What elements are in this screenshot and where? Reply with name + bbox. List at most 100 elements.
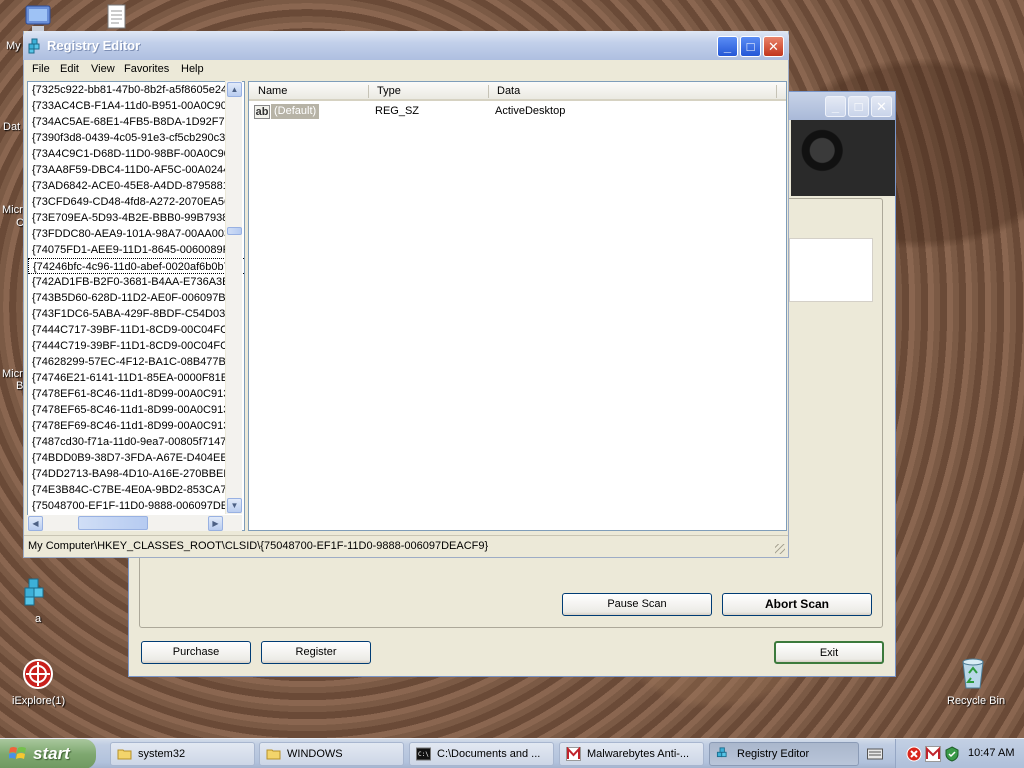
tree-item[interactable]: {73CFD649-CD48-4fd8-A272-2070EA56 [28, 194, 244, 210]
tree-item[interactable]: {73A4C9C1-D68D-11D0-98BF-00A0C90I [28, 146, 244, 162]
maximize-button[interactable]: □ [740, 36, 761, 57]
column-header-data[interactable]: Data [497, 85, 520, 97]
taskbar-item-windows[interactable]: WINDOWS [259, 742, 404, 766]
tree-item[interactable]: {74DD2713-BA98-4D10-A16E-270BBEB9 [28, 466, 244, 482]
taskbar-item-label: C:\Documents and ... [437, 748, 541, 760]
taskbar-item-command-prompt[interactable]: C:\ C:\Documents and ... [409, 742, 554, 766]
column-divider[interactable] [368, 85, 369, 98]
value-list-pane[interactable]: Name Type Data ab (Default) REG_SZ Activ… [248, 81, 787, 531]
svg-text:C:\: C:\ [418, 751, 429, 758]
status-bar: My Computer\HKEY_CLASSES_ROOT\CLSID\{750… [24, 535, 788, 557]
tree-horizontal-scrollbar[interactable]: ◀ ▶ [27, 515, 242, 531]
registry-cubes-icon [24, 578, 44, 606]
column-header-type[interactable]: Type [377, 85, 401, 97]
taskbar-item-malwarebytes[interactable]: Malwarebytes Anti-... [559, 742, 704, 766]
tree-item[interactable]: {733AC4CB-F1A4-11d0-B951-00A0C903 [28, 98, 244, 114]
tree-item[interactable]: {75048700-EF1F-11D0-9888-006097DE [28, 498, 244, 514]
tree-item[interactable]: {74E3B84C-C7BE-4E0A-9BD2-853CA72 [28, 482, 244, 498]
start-button[interactable]: start [0, 739, 96, 768]
value-row[interactable]: ab (Default) REG_SZ ActiveDesktop [249, 103, 786, 120]
desktop-icon-my-computer[interactable] [22, 4, 56, 34]
window-title: Registry Editor [47, 38, 141, 53]
desktop-icon-label: iExplore(1) [12, 695, 66, 707]
purchase-button[interactable]: Purchase [141, 641, 251, 664]
close-icon: ✕ [768, 39, 779, 54]
tree-item[interactable]: {743B5D60-628D-11D2-AE0F-006097B0 [28, 290, 244, 306]
tree-item[interactable]: {7444C719-39BF-11D1-8CD9-00C04FC2 [28, 338, 244, 354]
desktop-icon-document[interactable] [106, 4, 128, 30]
desktop-icon-recycle-bin[interactable] [957, 656, 989, 690]
tree-item[interactable]: {73E709EA-5D93-4B2E-BBB0-99B7938D [28, 210, 244, 226]
tree-item[interactable]: {743F1DC6-5ABA-429F-8BDF-C54D0325 [28, 306, 244, 322]
tree-item[interactable]: {7478EF61-8C46-11d1-8D99-00A0C913 [28, 386, 244, 402]
column-divider[interactable] [776, 85, 777, 98]
taskbar: start system32 WINDOWS C:\ C:\Documents … [0, 738, 1024, 768]
exit-button[interactable]: Exit [774, 641, 884, 664]
tree-vertical-scrollbar[interactable]: ▲ ▼ [225, 81, 242, 514]
menu-file[interactable]: File [32, 63, 50, 75]
desktop-icon-label: a [35, 613, 42, 625]
abort-scan-button[interactable]: Abort Scan [722, 593, 872, 616]
start-label: start [33, 744, 70, 763]
taskbar-item-system32[interactable]: system32 [110, 742, 255, 766]
tree-item[interactable]: {7390f3d8-0439-4c05-91e3-cf5cb290c3 [28, 130, 244, 146]
network-shield-icon[interactable] [944, 746, 960, 762]
registry-editor-window: Registry Editor _ □ ✕ File Edit View Fav… [23, 31, 789, 558]
security-alert-icon[interactable] [906, 746, 922, 762]
chevron-down-icon: ▼ [230, 501, 239, 510]
close-button[interactable]: ✕ [763, 36, 784, 57]
close-button[interactable]: ✕ [871, 96, 892, 117]
maximize-button[interactable]: □ [848, 96, 869, 117]
menu-edit[interactable]: Edit [60, 63, 79, 75]
column-divider[interactable] [488, 85, 489, 98]
scroll-left-button[interactable]: ◀ [28, 516, 43, 531]
tree-item[interactable]: {7325c922-bb81-47b0-8b2f-a5f8605e24 [28, 82, 244, 98]
folder-icon [117, 749, 132, 760]
menu-bar: File Edit View Favorites Help [24, 60, 788, 80]
tree-item[interactable]: {742AD1FB-B2F0-3681-B4AA-E736A3BC [28, 274, 244, 290]
tree-item[interactable]: {74BDD0B9-38D7-3FDA-A67E-D404EE6 [28, 450, 244, 466]
tree-item[interactable]: {73FDDC80-AEA9-101A-98A7-00AA0037 [28, 226, 244, 242]
menu-favorites[interactable]: Favorites [124, 63, 169, 75]
command-prompt-icon: C:\ [416, 747, 431, 761]
resize-grip-icon[interactable] [775, 544, 785, 554]
tree-item[interactable]: {73AA8F59-DBC4-11D0-AF5C-00A02448 [28, 162, 244, 178]
tree-item[interactable]: {7478EF65-8C46-11d1-8D99-00A0C913 [28, 402, 244, 418]
desktop-icon-registry-shortcut[interactable] [22, 576, 56, 606]
desktop-icon-label: Recycle Bin [947, 695, 1006, 707]
minimize-button[interactable]: _ [717, 36, 738, 57]
tree-item[interactable]: {7444C717-39BF-11D1-8CD9-00C04FC2 [28, 322, 244, 338]
tree-item[interactable]: {74628299-57EC-4F12-BA1C-08B477BF [28, 354, 244, 370]
minimize-button[interactable]: _ [825, 96, 846, 117]
tree-item[interactable]: {7478EF69-8C46-11d1-8D99-00A0C913 [28, 418, 244, 434]
registry-editor-titlebar[interactable]: Registry Editor _ □ ✕ [23, 31, 789, 60]
tree-item[interactable]: {734AC5AE-68E1-4FB5-B8DA-1D92F7FC [28, 114, 244, 130]
crosshair-icon [23, 659, 53, 689]
value-type: REG_SZ [375, 105, 420, 117]
scroll-right-button[interactable]: ▶ [208, 516, 223, 531]
scroll-thumb[interactable] [227, 227, 242, 235]
tree-item[interactable]: {73AD6842-ACE0-45E8-A4DD-87958814 [28, 178, 244, 194]
desktop-icon-label: My [6, 40, 21, 52]
recycle-bin-icon [962, 658, 984, 689]
desktop-icon-label: Micr [2, 368, 23, 380]
tree-item[interactable]: {74075FD1-AEE9-11D1-8645-0060089F [28, 242, 244, 258]
tree-item[interactable]: {7487cd30-f71a-11d0-9ea7-00805f7147 [28, 434, 244, 450]
tree-item-selected[interactable]: {74246bfc-4c96-11d0-abef-0020af6b0b7a} [28, 258, 244, 274]
desktop-icon-iexplore[interactable] [22, 658, 56, 692]
column-header-name[interactable]: Name [258, 85, 287, 97]
keyboard-icon[interactable] [867, 747, 883, 761]
tree-item[interactable]: {74746E21-6141-11D1-85EA-0000F81E [28, 370, 244, 386]
scroll-up-button[interactable]: ▲ [227, 82, 242, 97]
pause-scan-button[interactable]: Pause Scan [562, 593, 712, 616]
key-tree-pane[interactable]: {7325c922-bb81-47b0-8b2f-a5f8605e24 {733A… [27, 81, 245, 531]
menu-view[interactable]: View [91, 63, 115, 75]
malwarebytes-tray-icon[interactable] [925, 746, 941, 762]
scroll-thumb[interactable] [78, 516, 148, 530]
taskbar-item-registry-editor[interactable]: Registry Editor [709, 742, 859, 766]
value-name: (Default) [271, 104, 320, 119]
scroll-down-button[interactable]: ▼ [227, 498, 242, 513]
menu-help[interactable]: Help [181, 63, 204, 75]
string-value-icon: ab [254, 105, 270, 119]
register-button[interactable]: Register [261, 641, 371, 664]
